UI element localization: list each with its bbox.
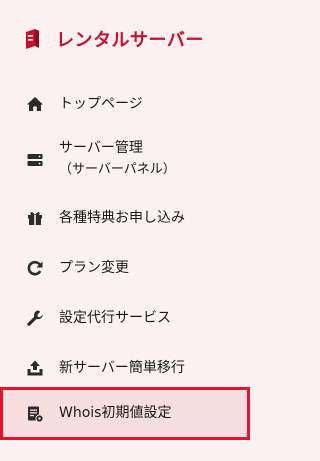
nav-item-label: サーバー管理 [59,140,143,156]
sidebar: レンタルサーバー トップページ サーバー管理 （サーバーパネル） 各種特典お申し… [0,0,250,461]
refresh-icon [26,259,44,277]
nav-item-label: 新サーバー簡単移行 [59,360,185,376]
server-icon [26,151,44,169]
nav-item-label: Whois初期値設定 [59,405,172,421]
nav-item-setup-service[interactable]: 設定代行サービス [0,298,250,338]
nav-item-special-offers[interactable]: 各種特典お申し込み [0,198,250,238]
gift-icon [26,209,44,227]
nav-item-server-management[interactable]: サーバー管理 （サーバーパネル） [0,130,250,188]
nav-item-label: 設定代行サービス [59,310,171,326]
nav-item-sublabel: （サーバーパネル） [59,162,176,177]
document-settings-icon [26,405,44,423]
brand[interactable]: レンタルサーバー [24,26,204,52]
rental-server-logo-icon [26,29,39,49]
brand-title: レンタルサーバー [56,30,204,50]
wrench-icon [26,309,44,327]
nav-item-plan-change[interactable]: プラン変更 [0,248,250,288]
upload-icon [26,359,44,377]
nav-item-label: 各種特典お申し込み [59,210,185,226]
nav-item-top-page[interactable]: トップページ [0,84,250,124]
nav-item-whois-settings[interactable]: Whois初期値設定 [0,387,250,440]
nav-item-label: プラン変更 [59,260,129,276]
home-icon [26,95,44,113]
nav-item-label: トップページ [59,96,143,112]
nav-item-server-migration[interactable]: 新サーバー簡単移行 [0,348,250,388]
